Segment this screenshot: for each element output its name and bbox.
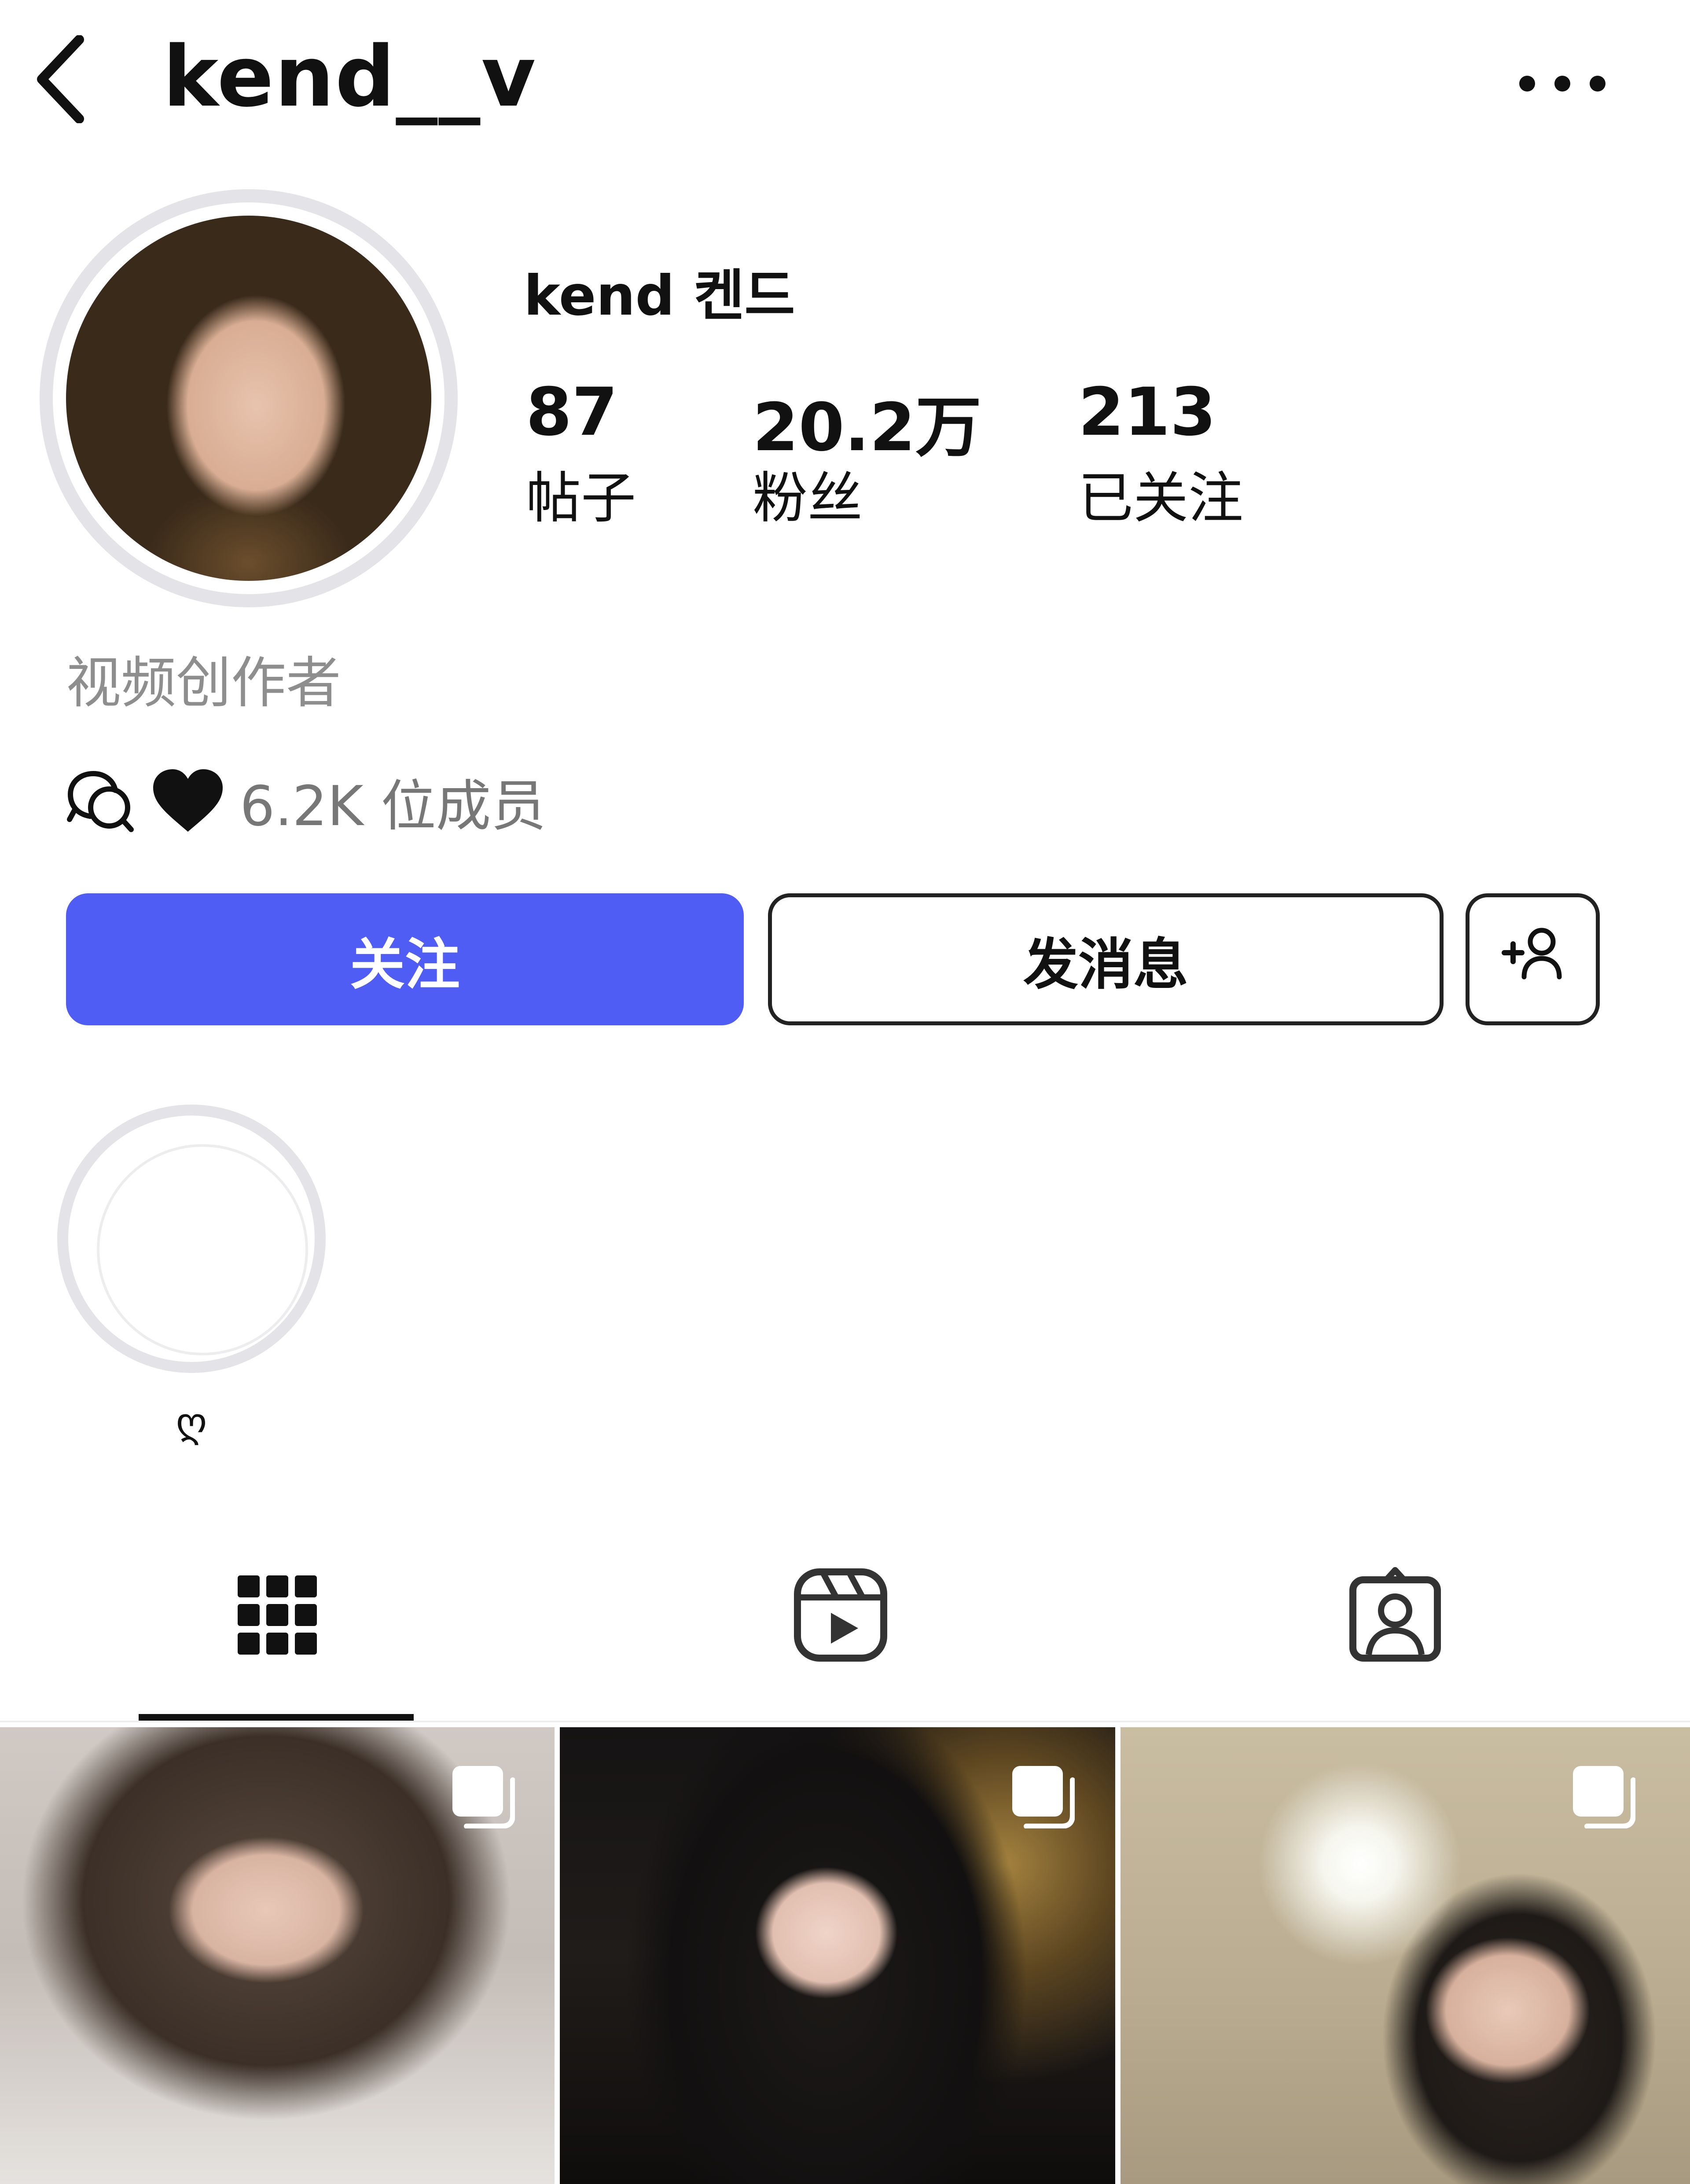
broadcast-channel-icon xyxy=(66,766,136,836)
profile-avatar[interactable] xyxy=(40,189,458,607)
followers-label[interactable]: 粉丝 xyxy=(753,453,863,533)
multiple-photos-icon xyxy=(452,1766,515,1828)
highlight-cover xyxy=(97,1144,308,1355)
channel-members-count: 6.2K 位成员 xyxy=(240,774,546,838)
suggest-accounts-button[interactable] xyxy=(1466,893,1600,1025)
post-thumbnail[interactable] xyxy=(1121,1727,1690,2184)
post-thumbnail[interactable] xyxy=(560,1727,1115,2184)
multiple-photos-icon xyxy=(1573,1766,1635,1828)
tab-tagged[interactable] xyxy=(1347,1567,1444,1663)
following-label[interactable]: 已关注 xyxy=(1078,453,1243,533)
multiple-photos-icon xyxy=(1012,1766,1075,1828)
following-count[interactable]: 213 xyxy=(1078,374,1216,451)
display-name: kend 켄드 xyxy=(524,264,795,328)
add-person-icon xyxy=(1500,924,1566,995)
tab-posts-grid[interactable] xyxy=(229,1567,326,1663)
message-button[interactable]: 发消息 xyxy=(768,893,1444,1025)
grid-icon xyxy=(238,1575,317,1655)
more-options-icon[interactable] xyxy=(1514,70,1624,97)
posts-label[interactable]: 帖子 xyxy=(526,453,636,533)
broadcast-channel-link[interactable]: 6.2K 位成员 xyxy=(66,766,546,838)
highlight-label: ღ xyxy=(176,1399,207,1446)
tab-divider xyxy=(0,1721,1690,1722)
posts-count[interactable]: 87 xyxy=(526,374,618,451)
back-chevron-icon[interactable] xyxy=(31,35,88,124)
profile-username-title: kend__v xyxy=(163,28,537,125)
reels-icon xyxy=(794,1568,887,1662)
profile-bio: 视频创作者 xyxy=(66,651,341,715)
tab-reels[interactable] xyxy=(792,1567,889,1663)
avatar-photo xyxy=(66,216,431,581)
follow-button[interactable]: 关注 xyxy=(66,893,744,1025)
post-thumbnail[interactable] xyxy=(0,1727,555,2184)
tagged-person-icon xyxy=(1349,1567,1441,1662)
black-heart-icon xyxy=(150,766,227,836)
story-highlight[interactable] xyxy=(57,1105,326,1373)
